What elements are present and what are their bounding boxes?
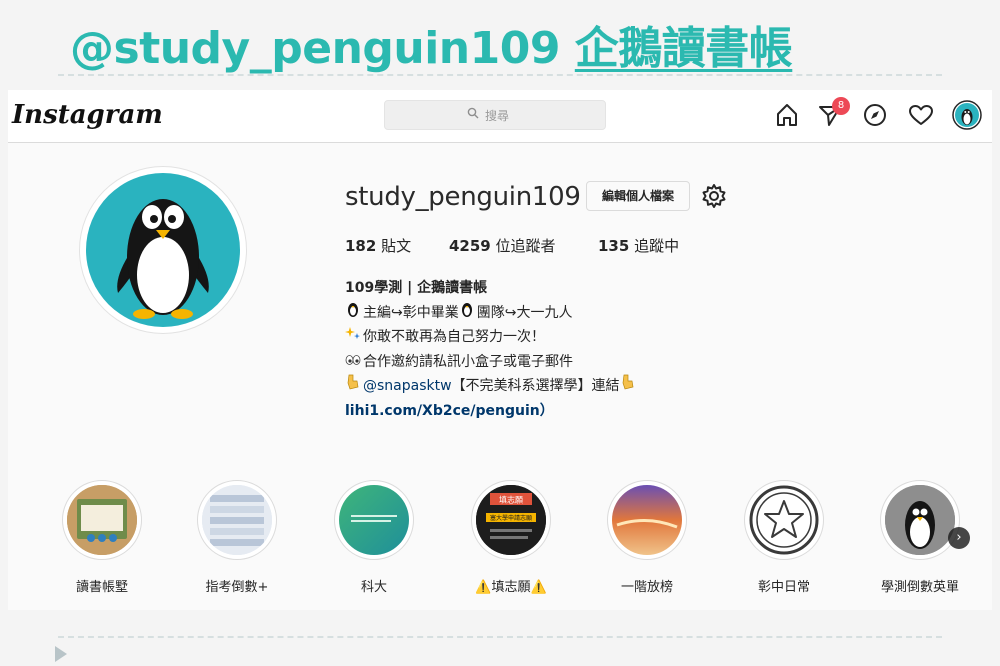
highlight-ring: 填志願 塞大學申請志願 <box>471 480 551 560</box>
direct-unread-badge: 8 <box>832 97 850 115</box>
highlight-ring <box>197 480 277 560</box>
profile-avatar[interactable] <box>80 167 246 333</box>
penguin-emoji-icon <box>345 301 361 326</box>
bio-line-3-text: 合作邀約請私訊小盒子或電子郵件 <box>363 353 573 370</box>
bottom-divider <box>58 636 942 638</box>
highlight-ring <box>607 480 687 560</box>
bio-line-1b-text: 團隊↪大一九人 <box>476 304 573 321</box>
bio-line-4-text: 【不完美科系選擇學】連結 <box>451 378 620 394</box>
highlight-label: 讀書帳墅 <box>75 580 128 595</box>
following-count: 135 <box>598 237 630 255</box>
followers-count: 4259 <box>449 237 491 255</box>
slide-title-zh: 企鵝讀書帳 <box>574 23 793 74</box>
bio-line-1-text: 主編↪彰中畢業 <box>363 304 459 321</box>
top-divider <box>58 74 942 76</box>
study-desk-thumbnail <box>67 485 137 555</box>
highlight-ring <box>744 480 824 560</box>
bio-line-4: @snapasktw【不完美科系選擇學】連結 <box>345 374 805 399</box>
slide-title-handle: @study_penguin109 <box>70 23 560 74</box>
highlight-label: 彰中日常 <box>757 580 810 595</box>
penguin-emoji-icon-2 <box>459 301 475 326</box>
highlight-label: 學測倒數英單 <box>880 580 959 595</box>
sparkles-icon <box>345 325 361 350</box>
search-box[interactable] <box>384 100 606 130</box>
search-input[interactable] <box>483 105 597 127</box>
play-triangle-icon <box>55 646 67 662</box>
eyes-icon <box>345 350 361 375</box>
heart-icon[interactable] <box>907 101 935 129</box>
following-stat[interactable]: 135 追蹤中 <box>598 235 679 256</box>
instagram-profile-page: Instagram 8 <box>8 90 992 610</box>
instagram-logo[interactable]: Instagram <box>12 100 163 130</box>
search-icon <box>467 107 479 122</box>
word-list-thumbnail <box>202 485 272 555</box>
highlight-ring <box>62 480 142 560</box>
highlight-label: ⚠️填志願⚠️ <box>475 580 547 595</box>
following-label: 追蹤中 <box>634 237 680 255</box>
gradient-thumbnail <box>339 485 409 555</box>
fireworks-thumbnail <box>612 485 682 555</box>
fill-card-body-text: 塞大學申請志願 <box>490 514 532 522</box>
followers-stat[interactable]: 4259 位追蹤者 <box>449 235 556 256</box>
pointing-hand-icon <box>345 374 361 399</box>
highlight-label: 一階放榜 <box>620 580 673 595</box>
profile-bio: 109學測 | 企鵝讀書帳 主編↪彰中畢業 團隊↪大一九人 你敢不敢再為自己努力… <box>345 276 805 423</box>
edit-profile-button[interactable]: 編輯個人檔案 <box>586 181 690 211</box>
pointing-hand-icon-2 <box>620 374 636 399</box>
fill-card-head-text: 填志願 <box>499 495 523 505</box>
penguin-thumbnail <box>885 485 955 555</box>
bio-name: 109學測 | 企鵝讀書帳 <box>345 280 488 296</box>
bio-line-1: 主編↪彰中畢業 團隊↪大一九人 <box>345 301 805 326</box>
bio-link-suffix: ） <box>539 402 554 419</box>
bio-mention-link[interactable]: @snapasktw <box>363 378 452 394</box>
fill-choices-thumbnail: 填志願 塞大學申請志願 <box>476 485 546 555</box>
star-badge-thumbnail <box>749 485 819 555</box>
posts-count: 182 <box>345 237 377 255</box>
home-icon[interactable] <box>773 101 801 129</box>
settings-gear-icon[interactable] <box>700 182 728 210</box>
penguin-avatar-image <box>86 173 240 327</box>
followers-label: 位追蹤者 <box>495 237 556 255</box>
posts-label: 貼文 <box>381 237 412 255</box>
highlight-label: 科大 <box>360 580 387 595</box>
highlight-ring <box>880 480 960 560</box>
highlight-ring <box>334 480 414 560</box>
slide-title: @study_penguin109 企鵝讀書帳 <box>70 12 793 76</box>
highlight-label: 指考倒數+ <box>205 580 269 595</box>
posts-stat: 182 貼文 <box>345 235 411 256</box>
bio-line-5: lihi1.com/Xb2ce/penguin） <box>345 399 805 424</box>
bio-line-2: 你敢不敢再為自己努力一次！ <box>345 325 805 350</box>
bio-line-3: 合作邀約請私訊小盒子或電子郵件 <box>345 350 805 375</box>
profile-username: study_penguin109 <box>345 182 581 212</box>
explore-icon[interactable] <box>861 101 889 129</box>
bio-line-2-text: 你敢不敢再為自己努力一次！ <box>363 329 545 345</box>
highlights-next-arrow[interactable]: › <box>948 527 970 549</box>
top-navigation-bar: Instagram 8 <box>8 90 992 143</box>
bio-external-link[interactable]: lihi1.com/Xb2ce/penguin <box>345 403 540 419</box>
profile-avatar-icon[interactable] <box>952 100 982 130</box>
